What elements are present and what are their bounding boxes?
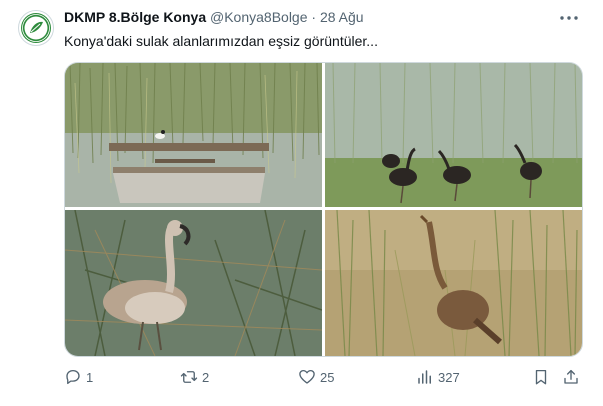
views-chart-icon [418,370,431,384]
share-icon [564,369,578,384]
tweet-text: Konya'daki sulak alanlarımızdan eşsiz gö… [64,33,378,49]
more-icon [560,16,578,20]
retweet-button[interactable]: 2 [180,366,209,388]
retweet-count: 2 [202,369,210,385]
bookmark-icon [535,369,547,385]
post-date[interactable]: 28 Ağu [320,9,364,25]
avatar[interactable] [18,10,54,46]
views-button[interactable]: 327 [416,366,460,388]
photo-flamingo[interactable] [65,210,322,356]
bookmark-button[interactable] [532,366,550,388]
photo-ibises[interactable] [325,63,582,207]
photo-icon [65,63,322,207]
photo-heron[interactable] [325,210,582,356]
photo-icon [325,63,582,207]
display-name[interactable]: DKMP 8.Bölge Konya [64,9,206,25]
tweet-header: DKMP 8.Bölge Konya @Konya8Bolge · 28 Ağu [64,9,364,25]
reply-icon [66,369,80,385]
separator: · [311,9,317,25]
photo-icon [65,210,322,356]
user-handle[interactable]: @Konya8Bolge [210,9,308,25]
dkmp-logo-icon [21,13,51,43]
action-bar: 1 2 25 327 [64,366,584,388]
more-options-button[interactable] [557,8,581,28]
reply-count: 1 [86,369,94,385]
share-button[interactable] [562,366,580,388]
photo-boat[interactable] [65,63,322,207]
media-grid [64,62,583,357]
like-button[interactable]: 25 [298,366,334,388]
photo-icon [325,210,582,356]
views-count: 327 [438,369,460,385]
heart-icon [299,369,315,384]
tweet-card[interactable]: DKMP 8.Bölge Konya @Konya8Bolge · 28 Ağu… [0,0,603,406]
reply-button[interactable]: 1 [64,366,93,388]
retweet-icon [180,371,198,383]
like-count: 25 [320,369,335,385]
